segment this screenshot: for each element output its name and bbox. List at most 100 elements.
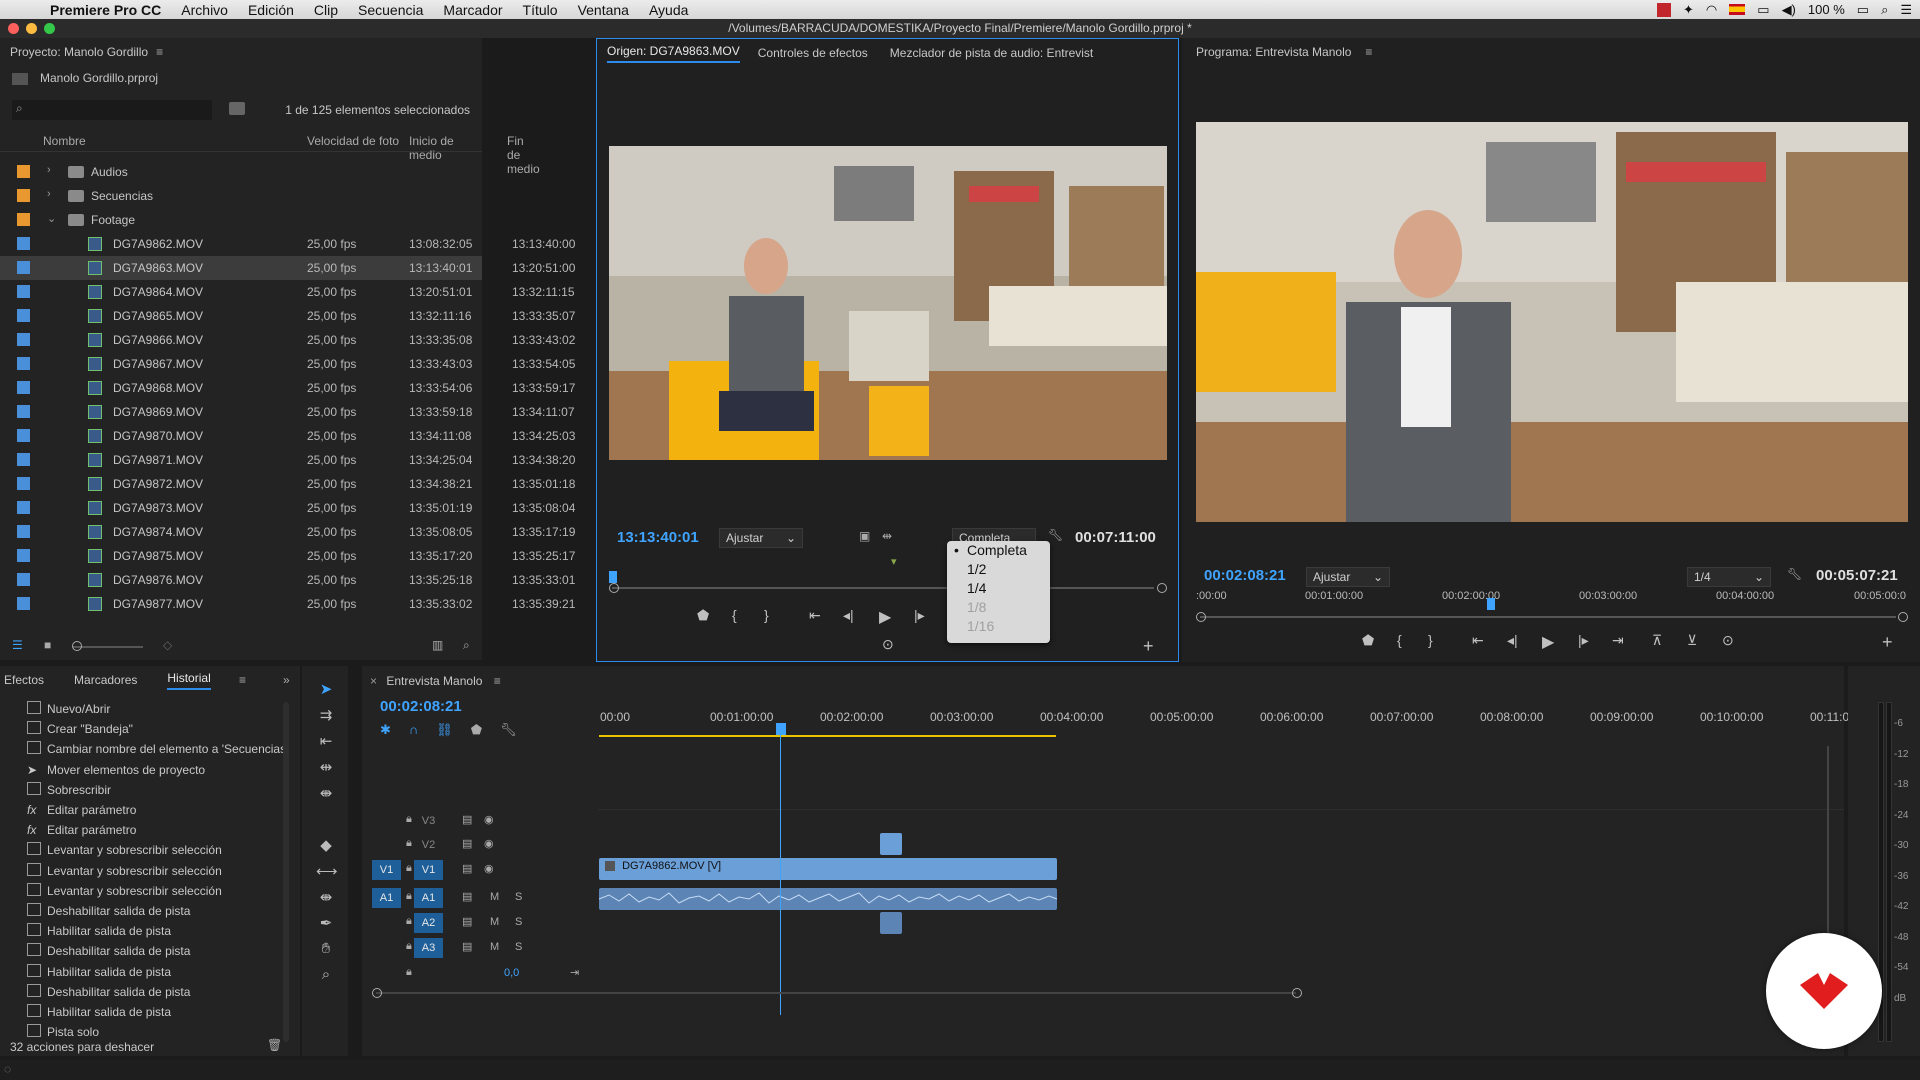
source-scrub-bar[interactable]: [612, 587, 1154, 589]
menu-secuencia[interactable]: Secuencia: [348, 2, 433, 18]
label-color-swatch[interactable]: [17, 453, 30, 466]
history-item[interactable]: Cambiar nombre del elemento a 'Secuencia…: [27, 739, 286, 759]
zoom-window-icon[interactable]: [44, 23, 55, 34]
program-resolution-dropdown[interactable]: 1/4 ⌄: [1687, 567, 1771, 587]
tab-source[interactable]: Origen: DG7A9863.MOV: [607, 44, 740, 63]
project-panel-title[interactable]: Proyecto: Manolo Gordillo: [10, 45, 148, 59]
history-item[interactable]: Sobrescribir: [27, 780, 111, 800]
column-header-name[interactable]: Nombre: [43, 134, 86, 148]
project-folder-row[interactable]: ⌄ Footage: [0, 208, 482, 232]
scroll-handle-left[interactable]: [372, 988, 382, 998]
lock-icon[interactable]: 🔒︎: [406, 890, 412, 903]
go-to-end-icon[interactable]: ⇥: [570, 966, 579, 979]
go-to-out-icon[interactable]: ⇥: [1612, 632, 1624, 649]
play-icon[interactable]: ▶: [1542, 632, 1554, 652]
track-label-a1[interactable]: A1: [414, 888, 443, 908]
battery-icon[interactable]: ▭: [1857, 2, 1869, 18]
mute-button[interactable]: M: [490, 941, 499, 953]
resolution-option-full[interactable]: Completa: [947, 541, 1050, 560]
column-header-media-end[interactable]: Fin de medio: [507, 134, 540, 176]
menu-archivo[interactable]: Archivo: [171, 2, 238, 18]
lock-icon[interactable]: 🔒︎: [406, 915, 412, 928]
history-item[interactable]: Levantar y sobrescribir selección: [27, 861, 222, 881]
program-timecode[interactable]: 00:02:08:21: [1204, 567, 1286, 584]
video-clip-v1[interactable]: DG7A9862.MOV [V]: [599, 858, 1057, 880]
label-color-swatch[interactable]: [17, 429, 30, 442]
label-color-swatch[interactable]: [17, 261, 30, 274]
history-scrollbar[interactable]: [283, 702, 289, 1042]
chevron-right-icon[interactable]: ›: [47, 164, 51, 176]
menu-ayuda[interactable]: Ayuda: [639, 2, 698, 18]
project-clip-row[interactable]: DG7A9868.MOV 25,00 fps 13:33:54:06 13:33…: [0, 376, 575, 400]
source-video-frame[interactable]: [609, 146, 1167, 460]
history-item[interactable]: Habilitar salida de pista: [27, 1002, 171, 1022]
mark-out-icon[interactable]: }: [764, 607, 769, 623]
column-header-media-start[interactable]: Inicio de medio: [409, 134, 482, 162]
sync-lock-icon[interactable]: ▤: [462, 862, 472, 875]
lock-icon[interactable]: 🔒︎: [406, 837, 412, 850]
drop-frame-icon[interactable]: ⇹: [882, 529, 892, 543]
label-color-swatch[interactable]: [17, 333, 30, 346]
solo-button[interactable]: S: [515, 941, 522, 953]
sync-lock-icon[interactable]: ▤: [462, 837, 472, 850]
history-item[interactable]: fx Editar parámetro: [27, 800, 136, 820]
track-label-v1[interactable]: V1: [414, 860, 443, 880]
project-clip-row[interactable]: DG7A9865.MOV 25,00 fps 13:32:11:16 13:33…: [0, 304, 575, 328]
panel-menu-icon[interactable]: ≡: [1365, 45, 1372, 59]
razor-tool-icon[interactable]: ◆: [316, 836, 336, 856]
lift-icon[interactable]: ⊼: [1652, 632, 1662, 649]
add-marker-icon[interactable]: ⬟: [1362, 632, 1374, 649]
history-item[interactable]: Deshabilitar salida de pista: [27, 941, 190, 961]
source-playhead[interactable]: [609, 571, 617, 583]
program-title[interactable]: Programa: Entrevista Manolo: [1196, 45, 1351, 59]
menu-app-name[interactable]: Premiere Pro CC: [40, 2, 171, 18]
sort-icon[interactable]: ◇: [163, 638, 172, 652]
rolling-edit-tool-icon[interactable]: ⇹: [316, 758, 336, 778]
extract-icon[interactable]: ⊻: [1687, 632, 1697, 649]
spotlight-icon[interactable]: ⌕: [1881, 2, 1888, 18]
step-forward-icon[interactable]: |▸: [1578, 632, 1589, 649]
go-to-in-icon[interactable]: ⇤: [1472, 632, 1484, 649]
ripple-edit-tool-icon[interactable]: ⇤: [316, 732, 336, 752]
wrench-icon[interactable]: 🔧︎: [1787, 567, 1802, 581]
history-item[interactable]: ➤ Mover elementos de proyecto: [27, 760, 205, 780]
track-label-a2[interactable]: A2: [414, 913, 443, 933]
trash-icon[interactable]: 🗑︎: [267, 1038, 282, 1052]
program-fit-dropdown[interactable]: Ajustar ⌄: [1306, 567, 1390, 587]
toggle-output-icon[interactable]: ◉: [484, 862, 494, 875]
label-color-swatch[interactable]: [17, 501, 30, 514]
scroll-handle-right[interactable]: [1157, 583, 1167, 593]
menu-ventana[interactable]: Ventana: [568, 2, 639, 18]
timeline-playhead-handle[interactable]: [776, 723, 786, 735]
mark-out-icon[interactable]: }: [1428, 632, 1433, 648]
program-ruler[interactable]: :00:00 00:01:00:00 00:02:00:00 00:03:00:…: [1182, 590, 1920, 606]
record-icon[interactable]: [1657, 2, 1672, 17]
history-item[interactable]: Deshabilitar salida de pista: [27, 982, 190, 1002]
flag-icon[interactable]: [1729, 4, 1746, 15]
audio-clip-a1[interactable]: [598, 888, 1058, 910]
track-label-a3[interactable]: A3: [414, 938, 443, 958]
audio-clip-a2[interactable]: [880, 912, 902, 934]
panel-menu-icon[interactable]: ≡: [239, 673, 246, 687]
dropbox-icon[interactable]: ✦: [1683, 2, 1694, 18]
mute-button[interactable]: M: [490, 916, 499, 928]
menu-marcador[interactable]: Marcador: [433, 2, 512, 18]
project-clip-row[interactable]: DG7A9875.MOV 25,00 fps 13:35:17:20 13:35…: [0, 544, 575, 568]
rate-stretch-tool-icon[interactable]: ⇼: [316, 784, 336, 804]
solo-button[interactable]: S: [515, 916, 522, 928]
lock-icon[interactable]: 🔒︎: [406, 940, 412, 953]
display-icon[interactable]: ▭: [1757, 2, 1769, 18]
wrench-icon[interactable]: 🔧︎: [1048, 528, 1063, 542]
scroll-handle-right[interactable]: [1898, 612, 1908, 622]
menu-clip[interactable]: Clip: [304, 2, 348, 18]
track-label-v2[interactable]: V2: [414, 835, 443, 855]
mark-in-icon[interactable]: {: [732, 607, 737, 623]
label-color-swatch[interactable]: [17, 477, 30, 490]
label-color-swatch[interactable]: [17, 597, 30, 610]
snap-icon[interactable]: ∩: [409, 722, 418, 738]
nest-sequence-icon[interactable]: ✱: [380, 722, 391, 738]
history-item[interactable]: Levantar y sobrescribir selección: [27, 881, 222, 901]
toggle-output-icon[interactable]: ◉: [484, 837, 494, 850]
linked-selection-icon[interactable]: ⛓︎: [436, 722, 453, 738]
project-clip-row[interactable]: DG7A9877.MOV 25,00 fps 13:35:33:02 13:35…: [0, 592, 575, 616]
